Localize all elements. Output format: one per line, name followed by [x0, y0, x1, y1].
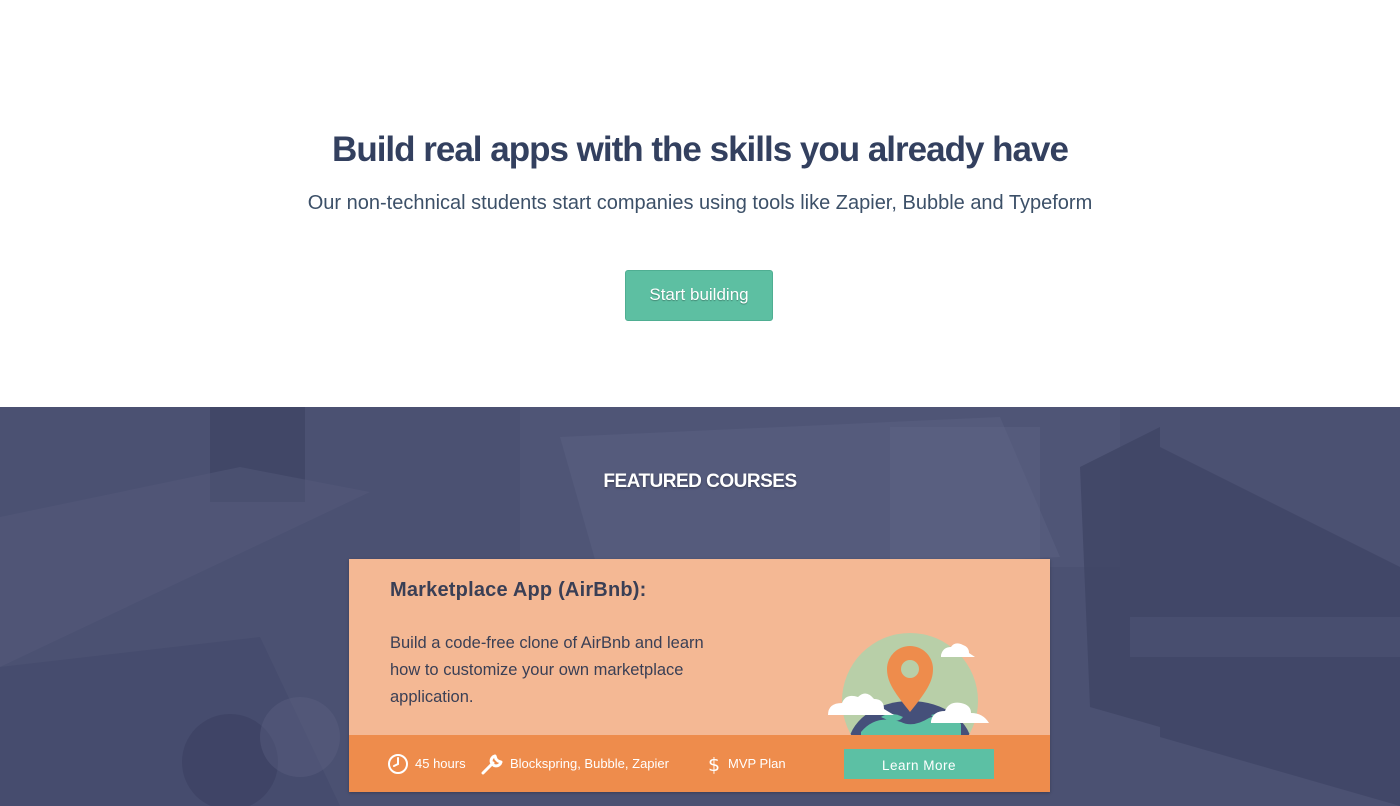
course-card: Marketplace App (AirBnb): Build a code-f… [349, 559, 1050, 792]
course-description: Build a code-free clone of AirBnb and le… [390, 634, 704, 706]
clock-icon [388, 753, 408, 774]
hero-title: Build real apps with the skills you alre… [332, 130, 1069, 169]
dollar-icon: $ [708, 754, 720, 775]
course-tools-label: Blockspring, Bubble, Zapier [510, 756, 669, 771]
course-plan-label: MVP Plan [728, 756, 786, 771]
course-title: Marketplace App (AirBnb): [390, 579, 647, 601]
start-building-button[interactable]: Start building [625, 270, 773, 321]
featured-courses-heading: FEATURED COURSES [603, 471, 797, 492]
course-duration-label: 45 hours [415, 756, 466, 771]
course-meta-bar: 45 hours Blockspring, Bubble, Zapier $ M… [349, 735, 1050, 792]
hero-subtitle: Our non-technical students start compani… [307, 192, 1093, 214]
course-duration: 45 hours [387, 735, 466, 792]
svg-text:$: $ [708, 754, 720, 775]
wrench-icon [481, 754, 503, 774]
globe-map-pin-illustration [828, 633, 989, 747]
hero-section: Build real apps with the skills you alre… [0, 0, 1400, 407]
learn-more-button[interactable]: Learn More [844, 749, 994, 779]
course-tools: Blockspring, Bubble, Zapier [480, 735, 669, 792]
course-plan: $ MVP Plan [706, 735, 786, 792]
